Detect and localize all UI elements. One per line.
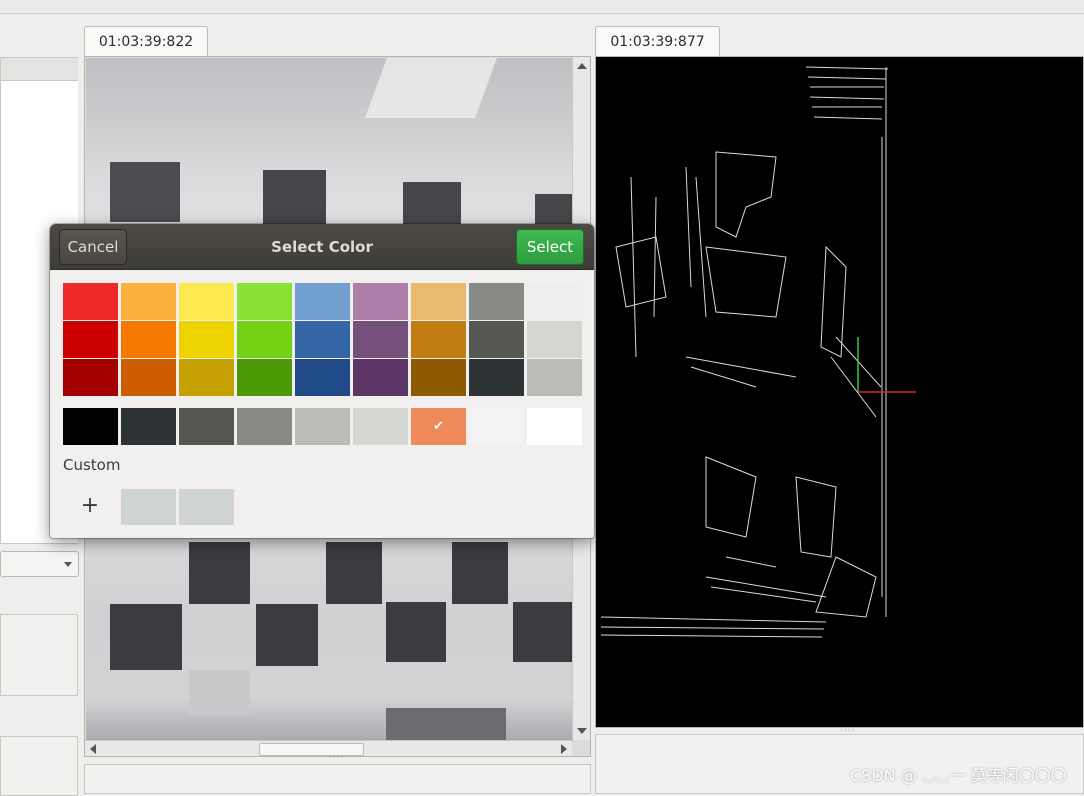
chevron-down-icon [64,562,72,567]
depth-image-view [595,56,1084,728]
color-swatch[interactable] [295,321,350,358]
color-swatch[interactable] [63,283,118,320]
color-swatch[interactable] [411,359,466,396]
color-swatch[interactable] [63,359,118,396]
color-swatch[interactable] [63,408,118,445]
left-panel-box [0,736,78,796]
tab-depth-timestamp[interactable]: 01:03:39:877 [595,26,720,57]
color-swatch[interactable] [121,321,176,358]
color-swatch[interactable] [295,408,350,445]
depth-edge-image [600,66,916,638]
splitter-grip-icon[interactable]: ···· [329,753,344,763]
color-swatch[interactable] [179,321,234,358]
scroll-left-icon[interactable] [90,744,96,754]
color-swatch[interactable] [179,408,234,445]
top-toolbar-strip [0,0,1084,14]
color-swatch[interactable] [469,321,524,358]
color-swatch[interactable] [411,321,466,358]
color-swatch[interactable] [527,283,582,320]
select-color-dialog: Cancel Select Color Select ✔ Custom + [50,224,594,538]
color-swatch[interactable] [121,359,176,396]
tab-camera-timestamp[interactable]: 01:03:39:822 [84,26,208,57]
selected-color-swatch[interactable]: ✔ [411,408,466,445]
add-custom-color-button[interactable]: + [70,489,110,525]
color-swatch[interactable] [527,408,582,445]
csdn-watermark: CSDN @ ◡◡一 莫等闲〇〇〇 [850,766,1067,785]
color-swatch[interactable] [121,283,176,320]
color-swatch[interactable] [353,321,408,358]
camera-bottom-box [84,764,591,794]
custom-colors-label: Custom [63,456,121,474]
custom-color-swatch[interactable] [179,489,234,525]
color-swatch[interactable] [179,283,234,320]
color-swatch[interactable] [411,283,466,320]
color-swatch[interactable] [469,408,524,445]
color-swatch[interactable] [527,359,582,396]
left-list-header [0,57,78,81]
color-swatch[interactable] [527,321,582,358]
color-swatch[interactable] [353,283,408,320]
left-panel-box [0,614,78,696]
color-swatch[interactable] [237,408,292,445]
color-swatch[interactable] [469,283,524,320]
scroll-down-icon[interactable] [577,728,587,734]
scroll-up-icon[interactable] [577,63,587,69]
color-swatch[interactable] [295,283,350,320]
left-dropdown[interactable] [0,551,79,577]
color-swatch[interactable] [295,359,350,396]
color-swatch[interactable] [121,408,176,445]
color-swatch[interactable] [237,283,292,320]
color-swatch[interactable] [179,359,234,396]
scroll-right-icon[interactable] [561,744,567,754]
color-swatch[interactable] [63,321,118,358]
color-swatch[interactable] [353,408,408,445]
checkmark-icon: ✔ [433,419,444,434]
scrollbar-thumb[interactable] [259,743,364,756]
color-swatch[interactable] [237,359,292,396]
custom-color-swatch[interactable] [121,489,176,525]
color-swatch[interactable] [353,359,408,396]
color-swatch[interactable] [469,359,524,396]
color-swatch[interactable] [237,321,292,358]
